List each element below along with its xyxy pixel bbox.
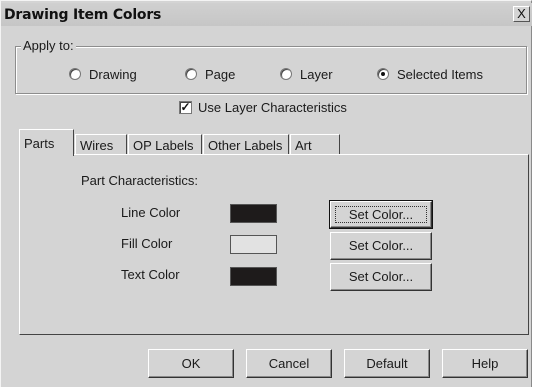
radio-layer-label: Layer [300, 67, 333, 82]
set-text-color-button[interactable]: Set Color... [330, 263, 432, 291]
fill-color-swatch [230, 235, 277, 254]
set-fill-color-label: Set Color... [348, 238, 414, 253]
default-button-label: Default [366, 356, 408, 371]
tab-parts-label: Parts [24, 136, 55, 151]
radio-selected-items-label: Selected Items [397, 67, 483, 82]
ok-button[interactable]: OK [148, 349, 234, 378]
ok-button-label: OK [181, 356, 201, 371]
tab-other-labels[interactable]: Other Labels [203, 134, 289, 154]
window-title: Drawing Item Colors [4, 7, 162, 23]
drawing-item-colors-dialog: Drawing Item Colors X Apply to: Drawing … [0, 0, 532, 387]
use-layer-checkbox[interactable]: ✓ [179, 101, 192, 114]
cancel-button[interactable]: Cancel [246, 349, 332, 378]
close-button[interactable]: X [513, 6, 530, 22]
tab-parts[interactable]: Parts [19, 129, 74, 156]
radio-layer-indicator [280, 68, 292, 80]
cancel-button-label: Cancel [268, 356, 310, 371]
line-color-swatch [230, 204, 277, 223]
text-color-swatch [230, 267, 277, 286]
radio-selected-items-indicator [377, 68, 389, 80]
help-button-label: Help [471, 356, 499, 371]
tab-other-labels-label: Other Labels [208, 138, 283, 153]
set-line-color-label: Set Color... [348, 207, 414, 222]
tab-wires-label: Wires [80, 138, 114, 153]
radio-drawing-label: Drawing [89, 67, 137, 82]
part-characteristics-heading: Part Characteristics: [81, 173, 199, 188]
set-line-color-button[interactable]: Set Color... [329, 200, 433, 229]
set-text-color-label: Set Color... [348, 269, 414, 284]
text-color-label: Text Color [121, 267, 180, 282]
tab-op-labels-label: OP Labels [133, 138, 194, 153]
set-fill-color-button[interactable]: Set Color... [330, 232, 432, 260]
fill-color-label: Fill Color [121, 236, 173, 251]
title-bar: Drawing Item Colors X [1, 3, 532, 26]
radio-page-label: Page [205, 67, 236, 82]
tab-art[interactable]: Art [290, 134, 340, 154]
checkmark-icon: ✓ [180, 100, 191, 114]
default-button[interactable]: Default [344, 349, 430, 378]
use-layer-label: Use Layer Characteristics [198, 100, 347, 115]
radio-page-indicator [185, 68, 197, 80]
close-icon: X [517, 6, 526, 21]
tab-wires[interactable]: Wires [75, 134, 127, 154]
radio-drawing-indicator [69, 68, 81, 80]
radio-selected-dot [381, 72, 385, 76]
apply-to-legend: Apply to: [21, 38, 76, 53]
tab-op-labels[interactable]: OP Labels [128, 134, 202, 154]
line-color-label: Line Color [121, 205, 181, 220]
tab-art-label: Art [295, 138, 312, 153]
help-button[interactable]: Help [442, 349, 528, 378]
